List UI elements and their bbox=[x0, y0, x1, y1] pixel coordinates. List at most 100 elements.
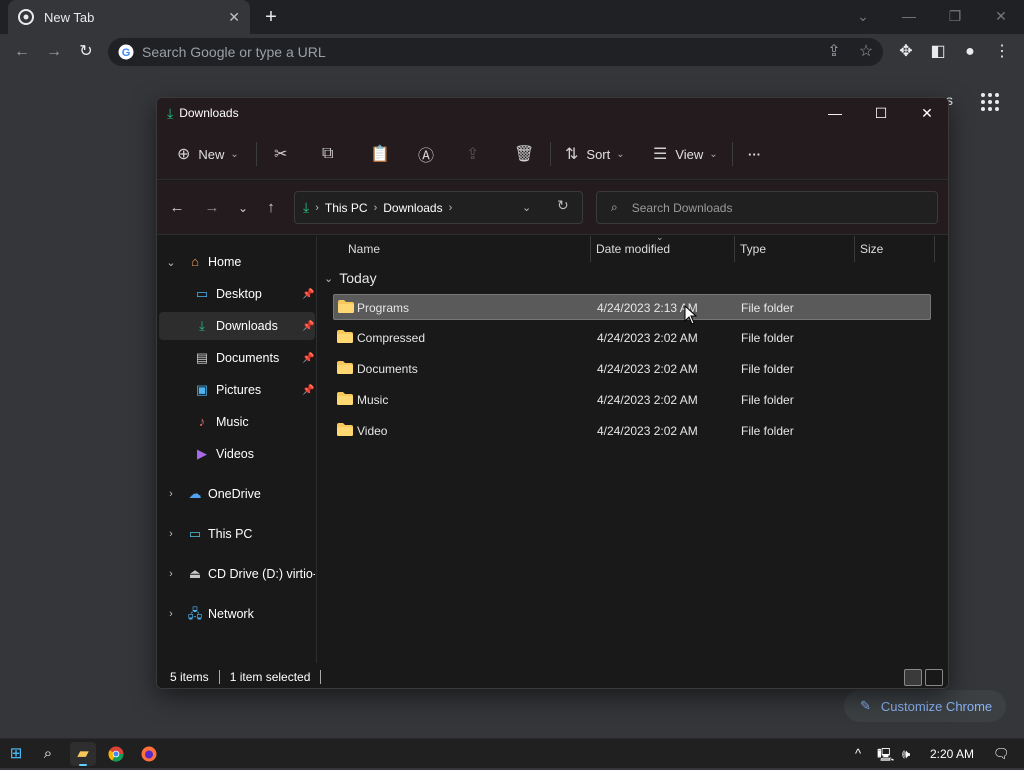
group-label: Today bbox=[339, 270, 377, 286]
profile-icon[interactable]: ● bbox=[958, 40, 982, 64]
breadcrumb-this-pc[interactable]: This PC bbox=[325, 201, 368, 215]
file-type: File folder bbox=[741, 301, 794, 315]
sidebar-item-videos[interactable]: ▶ Videos bbox=[159, 440, 315, 468]
pin-icon[interactable]: 📌 bbox=[302, 353, 314, 364]
sidebar-item-cd-drive[interactable]: › ⏏ CD Drive (D:) virtio-v bbox=[159, 560, 315, 588]
address-bar[interactable]: ⤓ › This PC › Downloads › bbox=[294, 191, 583, 224]
file-name: Programs bbox=[357, 301, 410, 315]
volume-icon[interactable]: 🕪 bbox=[902, 746, 910, 762]
sidebar-item-documents[interactable]: ▤ Documents 📌 bbox=[159, 344, 315, 372]
chevron-right-icon[interactable]: › bbox=[165, 568, 177, 580]
share-icon[interactable]: ⇪ bbox=[822, 40, 846, 64]
chevron-right-icon[interactable]: › bbox=[165, 488, 177, 500]
folder-icon bbox=[337, 361, 353, 374]
details-view-icon[interactable] bbox=[904, 669, 922, 686]
sidebar-label: Documents bbox=[216, 351, 280, 365]
customize-chrome-button[interactable]: ✎ Customize Chrome bbox=[844, 690, 1006, 722]
firefox-icon[interactable] bbox=[136, 742, 162, 766]
apps-grid-icon[interactable] bbox=[980, 92, 1000, 112]
close-icon[interactable]: ✕ bbox=[987, 4, 1015, 28]
group-header-today[interactable]: ⌄ Today bbox=[324, 270, 377, 286]
view-label: View bbox=[675, 146, 704, 162]
show-hidden-icons-icon[interactable]: ^ bbox=[855, 746, 861, 761]
breadcrumb-downloads[interactable]: Downloads bbox=[383, 201, 442, 215]
back-icon[interactable]: ← bbox=[165, 196, 189, 220]
view-button[interactable]: ☰ View ⌄ bbox=[653, 140, 718, 168]
pin-icon[interactable]: 📌 bbox=[302, 289, 314, 300]
pin-icon[interactable]: 📌 bbox=[302, 385, 314, 396]
start-icon[interactable]: ⊞ bbox=[3, 742, 29, 766]
taskbar-clock[interactable]: 2:20 AM bbox=[930, 747, 974, 761]
network-status-icon[interactable]: 🖳 bbox=[877, 746, 894, 768]
file-type: File folder bbox=[741, 393, 794, 407]
omnibox[interactable]: G Search Google or type a URL bbox=[108, 38, 883, 66]
column-header-name[interactable]: Name bbox=[348, 236, 380, 262]
column-header-size[interactable]: Size bbox=[860, 236, 883, 262]
notifications-icon[interactable]: 🗨 bbox=[993, 746, 1010, 762]
chevron-down-icon: ⌄ bbox=[616, 148, 625, 160]
refresh-icon[interactable]: ↻ bbox=[557, 197, 569, 214]
explorer-maximize-icon[interactable]: ☐ bbox=[858, 98, 904, 128]
menu-icon[interactable]: ⋮ bbox=[990, 40, 1014, 64]
share-button[interactable]: ⇪ bbox=[466, 140, 479, 168]
sidebar-label: CD Drive (D:) virtio-v bbox=[208, 567, 315, 581]
file-row-documents[interactable]: Documents 4/24/2023 2:02 AM File folder bbox=[333, 356, 931, 382]
restore-icon[interactable]: ❐ bbox=[941, 4, 969, 28]
address-dropdown-icon[interactable]: ⌄ bbox=[522, 201, 531, 214]
tab-new-tab[interactable]: New Tab ✕ bbox=[8, 0, 250, 34]
column-header-type[interactable]: Type bbox=[740, 236, 766, 262]
sidebar-item-this-pc[interactable]: › ▭ This PC bbox=[159, 520, 315, 548]
tab-close-icon[interactable]: ✕ bbox=[228, 9, 240, 26]
chrome-icon[interactable] bbox=[103, 742, 129, 766]
pin-icon[interactable]: 📌 bbox=[302, 321, 314, 332]
rename-button[interactable]: Ⓐ bbox=[418, 140, 434, 168]
up-icon[interactable]: ↑ bbox=[259, 196, 283, 220]
new-label: New bbox=[198, 146, 225, 162]
column-divider[interactable] bbox=[934, 236, 935, 262]
recent-locations-icon[interactable]: ⌄ bbox=[231, 196, 255, 220]
column-divider[interactable] bbox=[734, 236, 735, 262]
sidebar-item-music[interactable]: ♪ Music bbox=[159, 408, 315, 436]
folder-icon bbox=[337, 330, 353, 343]
tab-search-icon[interactable]: ⌄ bbox=[849, 4, 877, 28]
bookmark-star-icon[interactable]: ☆ bbox=[854, 40, 878, 64]
column-divider[interactable] bbox=[590, 236, 591, 262]
sidebar-item-home[interactable]: ⌄ ⌂ Home bbox=[159, 248, 315, 276]
sort-button[interactable]: ⇅ Sort ⌄ bbox=[565, 140, 625, 168]
column-divider[interactable] bbox=[854, 236, 855, 262]
new-button[interactable]: ⊕ New ⌄ bbox=[177, 140, 239, 168]
chevron-right-icon[interactable]: › bbox=[165, 608, 177, 620]
file-row-video[interactable]: Video 4/24/2023 2:02 AM File folder bbox=[333, 418, 931, 444]
chevron-down-icon[interactable]: ⌄ bbox=[165, 256, 177, 269]
sidebar-item-downloads[interactable]: ⤓ Downloads 📌 bbox=[159, 312, 315, 340]
file-row-music[interactable]: Music 4/24/2023 2:02 AM File folder bbox=[333, 387, 931, 413]
sidebar-label: Network bbox=[208, 607, 254, 621]
forward-icon[interactable]: → bbox=[200, 196, 224, 220]
paste-button[interactable]: 📋 bbox=[370, 140, 390, 168]
sidebar-item-onedrive[interactable]: › ☁ OneDrive bbox=[159, 480, 315, 508]
file-explorer-icon[interactable]: ▰ bbox=[70, 742, 96, 766]
search-input[interactable]: ⌕ Search Downloads bbox=[596, 191, 938, 224]
file-row-compressed[interactable]: Compressed 4/24/2023 2:02 AM File folder bbox=[333, 325, 931, 351]
file-row-programs[interactable]: Programs 4/24/2023 2:13 AM File folder bbox=[333, 294, 931, 320]
sidebar-item-desktop[interactable]: ▭ Desktop 📌 bbox=[159, 280, 315, 308]
cut-button[interactable]: ✂ bbox=[274, 140, 287, 168]
file-date: 4/24/2023 2:02 AM bbox=[597, 362, 698, 376]
delete-button[interactable]: 🗑 bbox=[514, 140, 534, 168]
sidebar-item-pictures[interactable]: ▣ Pictures 📌 bbox=[159, 376, 315, 404]
minimize-icon[interactable]: — bbox=[895, 4, 923, 28]
large-icons-view-icon[interactable] bbox=[925, 669, 943, 686]
sidebar-item-network[interactable]: › 🖧 Network bbox=[159, 600, 315, 628]
see-more-button[interactable]: ··· bbox=[748, 140, 761, 168]
side-panel-icon[interactable]: ◧ bbox=[926, 40, 950, 64]
copy-button[interactable]: ⧉ bbox=[322, 140, 333, 168]
search-icon[interactable]: ⌕ bbox=[35, 742, 61, 766]
reload-icon[interactable]: ↻ bbox=[74, 40, 98, 64]
explorer-close-icon[interactable]: ✕ bbox=[904, 98, 948, 128]
chevron-right-icon[interactable]: › bbox=[165, 528, 177, 540]
explorer-minimize-icon[interactable]: — bbox=[812, 98, 858, 128]
back-icon[interactable]: ← bbox=[10, 40, 34, 64]
new-tab-button[interactable]: + bbox=[259, 5, 283, 29]
forward-icon[interactable]: → bbox=[42, 40, 66, 64]
extensions-icon[interactable]: ✥ bbox=[894, 40, 918, 64]
